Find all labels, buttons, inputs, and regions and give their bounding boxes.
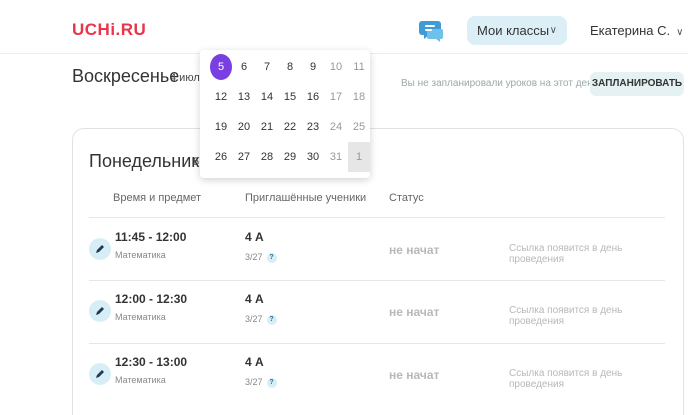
lesson-row: 12:30 - 13:00 Математика 4 А 3/27? не на… [89, 348, 665, 410]
top-bar: UCHi.RU Мои классы ∨ Екатерина С. ∨ [0, 0, 688, 54]
calendar-day[interactable]: 26 [210, 146, 232, 168]
calendar-day-weekend[interactable]: 17 [325, 86, 347, 108]
invited-count-value: 3/27 [245, 252, 263, 262]
classes-select[interactable]: Мои классы ∨ [467, 16, 567, 45]
link-note: Ссылка появится в день проведения [509, 305, 623, 327]
lesson-class: 4 А [245, 292, 264, 306]
lesson-row: 12:00 - 12:30 Математика 4 А 3/27? не на… [89, 285, 665, 347]
invited-count: 3/27? [245, 377, 277, 388]
help-icon[interactable]: ? [266, 252, 277, 263]
column-header-time: Время и предмет [113, 192, 202, 204]
pencil-icon [96, 307, 104, 315]
pencil-icon [96, 245, 104, 253]
link-note: Ссылка появится в день проведения [509, 368, 623, 390]
calendar-day-next-month[interactable]: 1 [348, 142, 370, 172]
chevron-down-icon: ∨ [549, 25, 557, 36]
calendar-day[interactable]: 12 [210, 86, 232, 108]
lesson-class: 4 А [245, 355, 264, 369]
logo[interactable]: UCHi.RU [72, 20, 146, 40]
divider [89, 280, 665, 281]
calendar-day[interactable]: 6 [233, 56, 255, 78]
invited-count-value: 3/27 [245, 314, 263, 324]
monday-date[interactable]: 5 [193, 156, 199, 168]
lesson-subject: Математика [115, 250, 166, 260]
edit-button[interactable] [89, 300, 111, 322]
calendar-day[interactable]: 7 [256, 56, 278, 78]
calendar-day[interactable]: 22 [279, 116, 301, 138]
calendar-day-weekend[interactable]: 18 [348, 86, 370, 108]
calendar-popup: 5 6 7 8 9 10 11 12 13 14 15 16 17 18 19 … [200, 50, 370, 178]
help-icon[interactable]: ? [266, 314, 277, 325]
column-header-status: Статус [389, 192, 424, 204]
monday-title: Понедельник [89, 151, 200, 171]
lesson-status: не начат [389, 368, 440, 382]
calendar-day[interactable]: 20 [233, 116, 255, 138]
calendar-day[interactable]: 29 [279, 146, 301, 168]
edit-button[interactable] [89, 363, 111, 385]
lesson-time: 12:30 - 13:00 [115, 355, 188, 369]
lesson-status: не начат [389, 243, 440, 257]
divider [89, 343, 665, 344]
column-header-students: Приглашённые ученики [245, 192, 367, 204]
chat-bubble-icon[interactable] [419, 17, 445, 43]
invited-count-value: 3/27 [245, 377, 263, 387]
user-name: Екатерина С. [590, 23, 671, 38]
calendar-day[interactable]: 8 [279, 56, 301, 78]
calendar-day[interactable]: 16 [302, 86, 324, 108]
sunday-title: Воскресенье [72, 66, 180, 86]
lesson-subject: Математика [115, 375, 166, 385]
calendar-day[interactable]: 21 [256, 116, 278, 138]
calendar-day[interactable]: 15 [279, 86, 301, 108]
lesson-time: 11:45 - 12:00 [115, 230, 187, 244]
calendar-day[interactable]: 13 [233, 86, 255, 108]
calendar-day[interactable]: 27 [233, 146, 255, 168]
empty-day-message: Вы не запланировали уроков на этот день [401, 78, 598, 89]
calendar-day-weekend[interactable]: 31 [325, 146, 347, 168]
lesson-subject: Математика [115, 312, 166, 322]
chevron-down-icon: ∨ [676, 27, 684, 38]
user-menu[interactable]: Екатерина С. ∨ [590, 23, 683, 38]
lesson-status: не начат [389, 305, 440, 319]
plan-lesson-button[interactable]: ЗАПЛАНИРОВАТЬ [590, 72, 684, 96]
calendar-day[interactable]: 9 [302, 56, 324, 78]
calendar-day-weekend[interactable]: 10 [325, 56, 347, 78]
lesson-time: 12:00 - 12:30 [115, 292, 188, 306]
calendar-day-weekend[interactable]: 25 [348, 116, 370, 138]
pencil-icon [96, 370, 104, 378]
calendar-day[interactable]: 14 [256, 86, 278, 108]
calendar-day[interactable]: 28 [256, 146, 278, 168]
calendar-day[interactable]: 30 [302, 146, 324, 168]
calendar-day[interactable]: 23 [302, 116, 324, 138]
calendar-day-selected[interactable]: 5 [210, 54, 232, 80]
calendar-day-weekend[interactable]: 11 [348, 56, 370, 78]
invited-count: 3/27? [245, 314, 277, 325]
invited-count: 3/27? [245, 252, 277, 263]
lesson-class: 4 А [245, 230, 264, 244]
calendar-day[interactable]: 19 [210, 116, 232, 138]
help-icon[interactable]: ? [266, 377, 277, 388]
link-note: Ссылка появится в день проведения [509, 243, 623, 265]
classes-select-label: Мои классы [477, 23, 550, 38]
calendar-day-weekend[interactable]: 24 [325, 116, 347, 138]
divider [89, 217, 665, 218]
edit-button[interactable] [89, 238, 111, 260]
lesson-row: 11:45 - 12:00 Математика 4 А 3/27? не на… [89, 223, 665, 285]
